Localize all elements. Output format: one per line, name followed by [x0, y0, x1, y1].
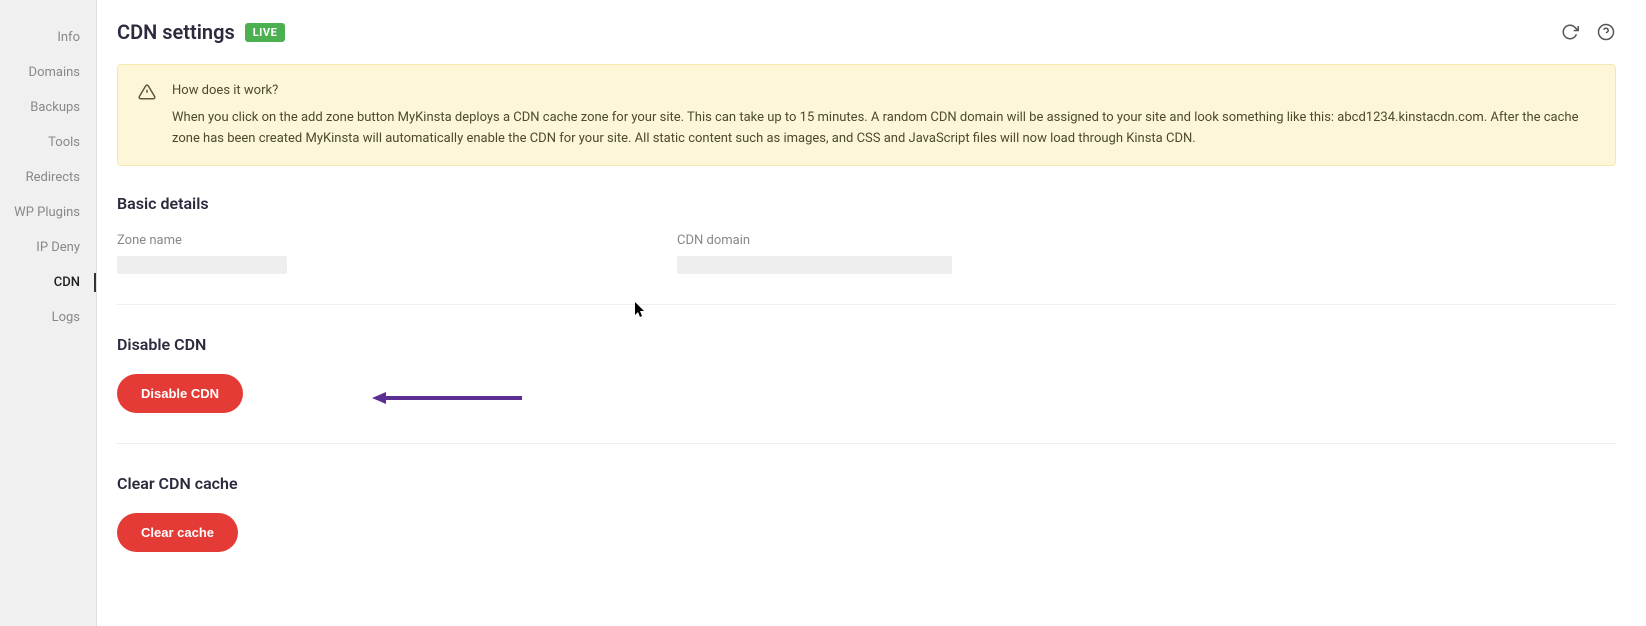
- details-row: Zone name CDN domain: [117, 233, 1616, 274]
- sidebar-item-redirects[interactable]: Redirects: [0, 160, 96, 195]
- notice-body: How does it work? When you click on the …: [172, 81, 1595, 149]
- sidebar-item-ip-deny[interactable]: IP Deny: [0, 230, 96, 265]
- zone-name-value: [117, 256, 287, 274]
- main-content: CDN settings LIVE: [97, 0, 1646, 626]
- disable-cdn-section: Disable CDN Disable CDN: [117, 335, 1616, 413]
- basic-details-section: Basic details Zone name CDN domain: [117, 194, 1616, 274]
- page-title: CDN settings: [117, 20, 235, 44]
- basic-details-title: Basic details: [117, 194, 1616, 213]
- disable-cdn-button[interactable]: Disable CDN: [117, 374, 243, 413]
- notice-title: How does it work?: [172, 81, 1595, 102]
- annotation-arrow-icon: [372, 391, 522, 405]
- sidebar-item-tools[interactable]: Tools: [0, 125, 96, 160]
- clear-cache-section: Clear CDN cache Clear cache: [117, 474, 1616, 552]
- live-badge: LIVE: [245, 23, 286, 42]
- refresh-icon[interactable]: [1560, 22, 1580, 42]
- cdn-domain-block: CDN domain: [677, 233, 1177, 274]
- section-divider: [117, 443, 1616, 444]
- sidebar-item-info[interactable]: Info: [0, 20, 96, 55]
- page-header: CDN settings LIVE: [117, 20, 1616, 44]
- warning-icon: [138, 83, 156, 101]
- section-divider: [117, 304, 1616, 305]
- info-notice: How does it work? When you click on the …: [117, 64, 1616, 166]
- help-icon[interactable]: [1596, 22, 1616, 42]
- cdn-domain-label: CDN domain: [677, 233, 1177, 248]
- sidebar-item-backups[interactable]: Backups: [0, 90, 96, 125]
- clear-cache-title: Clear CDN cache: [117, 474, 1616, 493]
- sidebar-item-cdn[interactable]: CDN: [0, 265, 96, 300]
- clear-cache-button[interactable]: Clear cache: [117, 513, 238, 552]
- sidebar-item-logs[interactable]: Logs: [0, 300, 96, 335]
- sidebar-item-domains[interactable]: Domains: [0, 55, 96, 90]
- zone-name-label: Zone name: [117, 233, 617, 248]
- notice-text: When you click on the add zone button My…: [172, 108, 1595, 150]
- cdn-domain-value: [677, 256, 952, 274]
- page-title-wrap: CDN settings LIVE: [117, 20, 285, 44]
- zone-name-block: Zone name: [117, 233, 617, 274]
- sidebar-item-wp-plugins[interactable]: WP Plugins: [0, 195, 96, 230]
- disable-cdn-title: Disable CDN: [117, 335, 1616, 354]
- sidebar: Info Domains Backups Tools Redirects WP …: [0, 0, 97, 626]
- header-actions: [1560, 22, 1616, 42]
